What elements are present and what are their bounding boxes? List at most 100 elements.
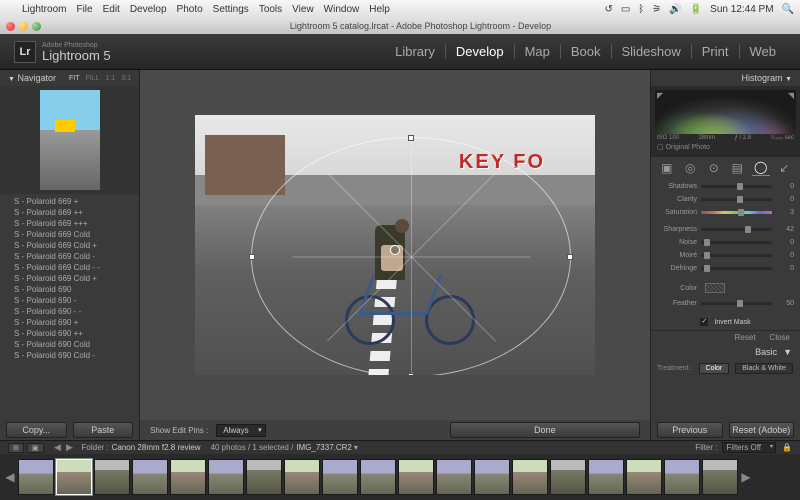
slider-saturation[interactable]: Saturation3 — [657, 206, 794, 219]
slider-knob[interactable] — [737, 183, 743, 190]
image-viewport[interactable]: KEY FO — [140, 70, 650, 420]
module-map[interactable]: Map — [515, 44, 561, 59]
menu-develop[interactable]: Develop — [130, 4, 167, 15]
radial-handle-top[interactable] — [408, 135, 414, 141]
slider-noise[interactable]: Noise0 — [657, 236, 794, 249]
filename-dropdown-icon[interactable]: ▾ — [354, 443, 358, 452]
preset-item[interactable]: S - Polaroid 690 - - — [0, 306, 139, 317]
menu-edit[interactable]: Edit — [103, 4, 120, 15]
show-edit-pins-select[interactable]: Always — [216, 424, 265, 437]
slider-clarity[interactable]: Clarity0 — [657, 193, 794, 206]
module-develop[interactable]: Develop — [446, 44, 515, 59]
graduated-tool-icon[interactable]: ▤ — [728, 160, 746, 176]
radial-handle-bottom[interactable] — [408, 373, 414, 375]
original-photo-toggle[interactable]: ▢ Original Photo — [655, 142, 796, 152]
reset-adobe-button[interactable]: Reset (Adobe) — [729, 422, 795, 438]
slider-defringe[interactable]: Defringe0 — [657, 262, 794, 275]
mask-reset-button[interactable]: Reset — [735, 333, 756, 342]
slider-knob[interactable] — [704, 265, 710, 272]
grid-view-icon[interactable]: ⊞ — [8, 443, 24, 453]
spotlight-icon[interactable]: 🔍 — [782, 4, 794, 15]
basic-panel-header[interactable]: Basic ▼ — [651, 344, 800, 360]
preset-item[interactable]: S - Polaroid 669 ++ — [0, 207, 139, 218]
slider-knob[interactable] — [745, 226, 751, 233]
disclosure-icon[interactable]: ▼ — [8, 76, 15, 83]
minimize-icon[interactable] — [19, 22, 28, 31]
filmstrip-thumb[interactable] — [246, 459, 282, 495]
filmstrip-prev-icon[interactable]: ◀ — [4, 470, 16, 484]
navigator-preview[interactable] — [0, 86, 139, 194]
zoom-fit[interactable]: FIT — [69, 75, 80, 82]
slider-knob[interactable] — [737, 300, 743, 307]
zoom-icon[interactable] — [32, 22, 41, 31]
paste-button[interactable]: Paste — [73, 422, 134, 438]
slider-feather[interactable]: Feather50 — [657, 297, 794, 310]
slider-track[interactable] — [701, 185, 772, 188]
filmstrip-thumb[interactable] — [360, 459, 396, 495]
slider-shadows[interactable]: Shadows0 — [657, 180, 794, 193]
folder-name[interactable]: Canon 28mm f2.8 review — [112, 443, 201, 452]
navigator-thumb[interactable] — [40, 90, 100, 190]
filmstrip-thumb[interactable] — [398, 459, 434, 495]
crop-tool-icon[interactable]: ▣ — [658, 160, 676, 176]
menu-help[interactable]: Help — [369, 4, 390, 15]
slider-track[interactable] — [701, 211, 772, 214]
filmstrip-thumb[interactable] — [284, 459, 320, 495]
preset-item[interactable]: S - Polaroid 690 Cold - — [0, 350, 139, 361]
module-slideshow[interactable]: Slideshow — [612, 44, 692, 59]
preset-item[interactable]: S - Polaroid 669 + — [0, 196, 139, 207]
preset-item[interactable]: S - Polaroid 690 Cold — [0, 339, 139, 350]
menu-view[interactable]: View — [292, 4, 314, 15]
preset-item[interactable]: S - Polaroid 669 Cold + — [0, 240, 139, 251]
radial-handle-left[interactable] — [249, 254, 255, 260]
module-book[interactable]: Book — [561, 44, 612, 59]
nav-prev-icon[interactable]: ◀ — [52, 442, 64, 453]
menu-file[interactable]: File — [76, 4, 92, 15]
filmstrip-thumb[interactable] — [322, 459, 358, 495]
spot-tool-icon[interactable]: ◎ — [681, 160, 699, 176]
preset-item[interactable]: S - Polaroid 690 — [0, 284, 139, 295]
filmstrip-thumb[interactable] — [588, 459, 624, 495]
preset-item[interactable]: S - Polaroid 690 + — [0, 317, 139, 328]
menu-window[interactable]: Window — [324, 4, 360, 15]
nav-next-icon[interactable]: ▶ — [64, 442, 76, 453]
filmstrip-thumb[interactable] — [550, 459, 586, 495]
filmstrip-thumb[interactable] — [702, 459, 738, 495]
navigator-header[interactable]: ▼ Navigator FIT FILL 1:1 3:1 — [0, 70, 139, 86]
filmstrip-next-icon[interactable]: ▶ — [740, 470, 752, 484]
preset-item[interactable]: S - Polaroid 690 - — [0, 295, 139, 306]
preset-item[interactable]: S - Polaroid 690 ++ — [0, 328, 139, 339]
slider-sharpness[interactable]: Sharpness42 — [657, 223, 794, 236]
menu-photo[interactable]: Photo — [177, 4, 203, 15]
slider-knob[interactable] — [737, 196, 743, 203]
zoom-1-1[interactable]: 1:1 — [106, 75, 116, 82]
color-swatch[interactable] — [705, 283, 725, 293]
module-web[interactable]: Web — [740, 44, 787, 59]
preset-item[interactable]: S - Polaroid 669 Cold - — [0, 251, 139, 262]
filmstrip-thumb[interactable] — [208, 459, 244, 495]
filmstrip-thumb[interactable] — [132, 459, 168, 495]
slider-knob[interactable] — [704, 252, 710, 259]
module-library[interactable]: Library — [385, 44, 446, 59]
disclosure-icon[interactable]: ▼ — [783, 347, 792, 357]
menu-lightroom[interactable]: Lightroom — [22, 4, 66, 15]
loupe-view-icon[interactable]: ▣ — [27, 443, 44, 453]
treatment-color[interactable]: Color — [699, 363, 730, 374]
photo-canvas[interactable]: KEY FO — [195, 115, 595, 375]
radial-filter-pin[interactable] — [390, 245, 400, 255]
volume-icon[interactable]: 🔊 — [669, 4, 681, 15]
wifi-icon[interactable]: ⚞ — [652, 4, 661, 15]
filmstrip-thumb[interactable] — [170, 459, 206, 495]
display-icon[interactable]: ▭ — [621, 4, 630, 15]
filter-select[interactable]: Filters Off — [722, 442, 777, 453]
disclosure-icon[interactable]: ▼ — [785, 76, 792, 83]
filmstrip-thumb[interactable] — [436, 459, 472, 495]
preset-item[interactable]: S - Polaroid 669 Cold + — [0, 273, 139, 284]
invert-mask-checkbox[interactable]: ✓ — [700, 318, 708, 326]
slider-moiré[interactable]: Moiré0 — [657, 249, 794, 262]
zoom-3-1[interactable]: 3:1 — [121, 75, 131, 82]
filter-lock-icon[interactable]: 🔒 — [782, 443, 792, 452]
copy-button[interactable]: Copy... — [6, 422, 67, 438]
filmstrip-thumb[interactable] — [626, 459, 662, 495]
done-button[interactable]: Done — [450, 422, 640, 438]
